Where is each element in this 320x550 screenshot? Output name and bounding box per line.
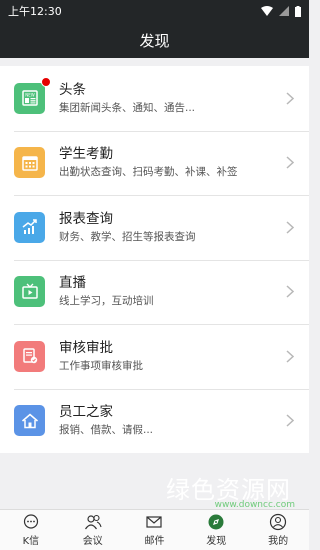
item-title: 审核审批 — [59, 339, 113, 356]
status-bar: 上午12:30 — [0, 0, 309, 22]
bottom-tab-bar: K信 会议 邮件 发现 我的 — [0, 509, 309, 550]
chevron-right-icon — [279, 285, 301, 298]
discover-icon — [208, 514, 224, 530]
chart-icon — [22, 219, 37, 235]
list-item-staff-home[interactable]: 员工之家 报销、借款、请假... — [0, 388, 309, 454]
item-subtitle: 报销、借款、请假... — [59, 424, 154, 437]
page-title: 发现 — [139, 31, 170, 50]
chevron-right-icon — [279, 92, 301, 105]
svg-text:NEW: NEW — [25, 93, 35, 98]
news-icon-box: NEW — [14, 76, 51, 114]
tab-label: 邮件 — [144, 536, 165, 547]
list-item-live[interactable]: 直播 线上学习，互动培训 — [0, 259, 309, 325]
news-icon: NEW — [21, 90, 38, 106]
document-approve-icon-box — [14, 340, 45, 372]
document-approve-icon — [22, 348, 37, 364]
chevron-right-icon — [279, 414, 301, 427]
item-title: 学生考勤 — [59, 146, 113, 163]
tab-mail[interactable]: 邮件 — [124, 510, 186, 550]
signal-icon — [279, 6, 289, 16]
list-item-reports[interactable]: 报表查询 财务、教学、招生等报表查询 — [0, 195, 309, 260]
tab-label: 我的 — [268, 536, 289, 547]
wifi-icon — [261, 6, 273, 16]
calendar-icon — [21, 156, 38, 171]
item-title: 直播 — [59, 275, 86, 292]
item-title: 头条 — [59, 81, 86, 98]
tab-label: 发现 — [206, 536, 227, 547]
item-title: 员工之家 — [59, 404, 113, 421]
calendar-icon-box — [14, 147, 45, 179]
tv-icon-box — [14, 276, 45, 308]
item-subtitle: 出勤状态查询、扫码考勤、补课、补签 — [59, 166, 238, 179]
chat-icon — [23, 514, 38, 529]
chevron-right-icon — [279, 156, 301, 169]
chart-icon-box — [14, 211, 45, 243]
item-subtitle: 财务、教学、招生等报表查询 — [59, 230, 196, 243]
item-subtitle: 集团新闻头条、通知、通告... — [59, 101, 196, 114]
home-icon-box — [14, 405, 45, 437]
system-icons — [261, 5, 301, 17]
chevron-right-icon — [279, 350, 301, 363]
chevron-right-icon — [279, 221, 301, 234]
unread-badge — [41, 76, 51, 87]
item-subtitle: 工作事项审核审批 — [59, 359, 143, 372]
home-icon — [21, 413, 38, 428]
item-title: 报表查询 — [59, 210, 113, 227]
item-subtitle: 线上学习，互动培训 — [59, 295, 154, 308]
tab-meeting[interactable]: 会议 — [62, 510, 124, 550]
list-item-approval[interactable]: 审核审批 工作事项审核审批 — [0, 324, 309, 389]
tab-kxin[interactable]: K信 — [0, 510, 62, 550]
status-time: 上午12:30 — [8, 5, 62, 18]
list-item-attendance[interactable]: 学生考勤 出勤状态查询、扫码考勤、补课、补签 — [0, 130, 309, 196]
list-item-news[interactable]: NEW 头条 集团新闻头条、通知、通告... — [0, 66, 309, 131]
header: 发现 — [0, 22, 309, 58]
mail-icon — [146, 516, 163, 528]
tab-label: 会议 — [82, 536, 103, 547]
tab-profile[interactable]: 我的 — [247, 510, 309, 550]
tab-discover[interactable]: 发现 — [185, 510, 247, 550]
tv-icon — [21, 283, 38, 299]
discover-list: NEW 头条 集团新闻头条、通知、通告... 学生考勤 出勤状态查询、扫码考勤、… — [0, 66, 309, 453]
users-icon — [84, 514, 102, 530]
battery-icon — [295, 5, 301, 17]
tab-label: K信 — [22, 536, 40, 547]
profile-icon — [269, 513, 287, 531]
